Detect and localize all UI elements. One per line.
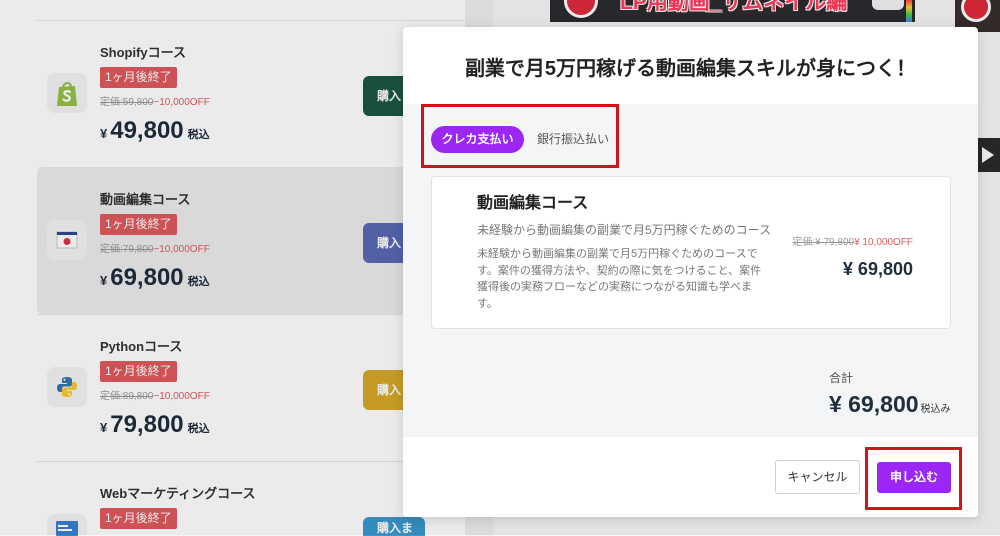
- highlight-box-payment-tabs: [421, 104, 619, 168]
- list-price: 定価:¥ 79,800¥ 10,000OFF: [792, 237, 913, 249]
- course-description: 未経験から動画編集の副業で月5万円稼ぐためのコースです。案件の獲得方法や、契約の…: [477, 248, 762, 310]
- highlight-box-apply-button: [865, 447, 962, 510]
- cancel-button[interactable]: キャンセル: [775, 460, 860, 494]
- purchase-modal: 副業で月5万円稼げる動画編集スキルが身につく！ クレカ支払い 銀行振込払い 動画…: [403, 27, 978, 517]
- total-label: 合計: [829, 371, 854, 385]
- modal-title: 副業で月5万円稼げる動画編集スキルが身につく！: [464, 58, 917, 80]
- course-subtitle: 未経験から動画編集の副業で月5万円稼ぐためのコース: [477, 223, 772, 237]
- course-price: ¥ 69,800: [842, 259, 913, 279]
- discount-amount: ¥ 10,000OFF: [854, 237, 913, 248]
- course-title: 動画編集コース: [477, 195, 589, 212]
- total-price: ¥ 69,800: [829, 391, 919, 417]
- total-amount: ¥ 69,800 税込み: [829, 389, 951, 419]
- selected-course-card: 動画編集コース 未経験から動画編集の副業で月5万円稼ぐためのコース 未経験から動…: [431, 176, 951, 329]
- tax-note: 税込み: [920, 404, 951, 415]
- original-price: 定価:¥ 79,800: [792, 237, 855, 248]
